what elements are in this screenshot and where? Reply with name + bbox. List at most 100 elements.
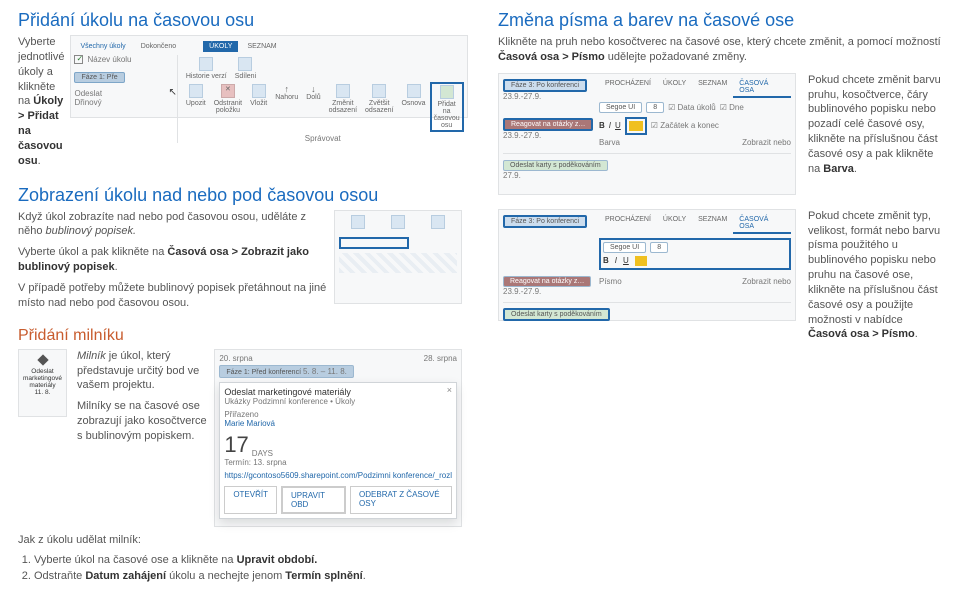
ribbon-history: Historie verzí	[182, 55, 231, 82]
para-color: Pokud chcete změnit barvu pruhu, kosočtv…	[808, 73, 941, 177]
assigned-name: Marie Mariová	[224, 419, 452, 428]
remove-button: ODEBRAT Z ČASOVÉ OSY	[350, 486, 452, 514]
font-family: Segoe UI	[599, 102, 642, 113]
diamond-date: 11. 8.	[23, 389, 62, 396]
heading-milestone: Přidání milníku	[18, 327, 462, 345]
color2-icon	[635, 256, 647, 266]
row-thanks-date: 27.9.	[503, 171, 791, 180]
tab-all-tasks: Všechny úkoly	[74, 41, 131, 52]
heading-add-task: Přidání úkolu na časovou osu	[18, 10, 462, 31]
close-icon: ×	[447, 385, 452, 395]
tab-browse: PROCHÁZENÍ	[599, 78, 657, 98]
tab2-browse: PROCHÁZENÍ	[599, 214, 657, 234]
bold-icon: B	[599, 121, 605, 130]
icon-a	[351, 215, 365, 229]
figure-add-to-timeline: Všechny úkoly Dokončeno ÚKOLY SEZNAM ✓ N…	[70, 35, 467, 118]
row2-thanks: Odeslat karty s poděkováním	[503, 308, 610, 321]
ribbon-share: Sdíleni	[231, 55, 260, 82]
ribbon-outline: Osnova	[397, 82, 429, 132]
tab2-timeline: ČASOVÁ OSA	[733, 214, 791, 234]
section3-p1: Milník je úkol, který představuje určitý…	[77, 349, 208, 394]
cursor-icon: ↖	[168, 87, 176, 143]
bubble2-bar: Reagovat na otázky z…	[503, 276, 591, 287]
step-2: Odstraňte Datum zahájení úkolu a nechejt…	[34, 570, 462, 582]
taskname-header: Název úkolu	[87, 55, 131, 64]
step-1: Vyberte úkol na časové ose a klikněte na…	[34, 554, 462, 566]
row-thanks: Odeslat karty s poděkováním	[503, 160, 608, 171]
icon-b	[391, 215, 405, 229]
ribbon-insert: Vložit	[246, 82, 271, 132]
chk-day: ☑ Dne	[720, 103, 744, 112]
phase3-bar: Fáze 3: Po konferenci	[503, 79, 587, 92]
ribbon-add-to-timeline: Přidat na časovou osu	[430, 82, 464, 132]
figure-edit-period: 20. srpna 28. srpna Fáze 1: Před konfere…	[214, 349, 462, 527]
milestone-how: Jak z úkolu udělat milník:	[18, 533, 462, 548]
phase-bar: Fáze 1: Před konferencí 5. 8. – 11. 8.	[219, 365, 354, 378]
popup-breadcrumb: Ukázky Podzimní konference • Úkoly	[224, 397, 452, 406]
italic2-icon: I	[615, 256, 617, 265]
startend-label: ☑ Začátek a konec	[651, 121, 719, 130]
color-button-highlight	[625, 117, 647, 135]
group-color-label: Barva	[599, 138, 620, 147]
figure-diamond: Odeslat marketingové materiály 11. 8.	[18, 349, 67, 417]
tab-timeline: ČASOVÁ OSA	[733, 78, 791, 98]
bubble2-dates: 23.9.-27.9.	[503, 287, 599, 296]
tab2-list: SEZNAM	[692, 214, 733, 234]
figure-callout	[334, 210, 462, 304]
icon-c	[431, 215, 445, 229]
color-bucket-icon	[629, 121, 643, 131]
font2-family: Segoe UI	[603, 242, 646, 253]
ribbon-indent: Zvětšit odsazení	[361, 82, 397, 132]
ribbon-list-tab: SEZNAM	[241, 41, 282, 52]
ribbon-outdent: Změnit odsazení	[325, 82, 361, 132]
underline-icon: U	[615, 121, 621, 130]
section2-p2: Vyberte úkol a pak klikněte na Časová os…	[18, 245, 328, 275]
ribbon-alert: Upozit	[182, 82, 210, 132]
section2-p1: Když úkol zobrazíte nad nebo pod časovou…	[18, 210, 328, 240]
phase3-dates: 23.9.-27.9.	[503, 92, 599, 101]
ribbon-down: ↓Dolů	[302, 82, 324, 132]
bubble-dates: 23.9.-27.9.	[503, 131, 599, 140]
days-word: DAYS	[252, 449, 273, 458]
callout-highlight	[339, 237, 409, 249]
font2-size: 8	[650, 242, 668, 253]
tab2-tasks: ÚKOLY	[657, 214, 692, 234]
ribbon-group-label: Správovat	[182, 134, 464, 143]
due-date: Termín: 13. srpna	[224, 458, 452, 467]
font-group-highlight: Segoe UI 8 B I U	[599, 238, 791, 270]
chk-dates: ☑ Data úkolů	[668, 103, 716, 112]
figure-color: Fáze 3: Po konferenci 23.9.-27.9. PROCHÁ…	[498, 73, 796, 195]
font-size: 8	[646, 102, 664, 113]
group2-show: Zobrazit nebo	[742, 277, 791, 286]
task-drinovy: Dřinový	[74, 98, 168, 107]
task-odeslat: Odeslat	[74, 89, 168, 98]
figure-font: Fáze 3: Po konferenci PROCHÁZENÍ ÚKOLY S…	[498, 209, 796, 321]
ribbon-up: ↑Nahoru	[271, 82, 302, 132]
diamond-icon	[37, 354, 48, 365]
popup-url: https://gcontoso5609.sharepoint.com/Podz…	[224, 471, 452, 480]
para-font: Pokud chcete změnit typ, velikost, formá…	[808, 209, 941, 343]
phase3b-bar: Fáze 3: Po konferenci	[503, 215, 587, 228]
underline2-icon: U	[623, 256, 629, 265]
heading-display-task: Zobrazení úkolu nad nebo pod časovou oso…	[18, 185, 462, 206]
ribbon-tasks-tab: ÚKOLY	[203, 41, 238, 52]
days-number: 17	[224, 432, 248, 458]
bubble-bar: Reagovat na otázky z…	[503, 118, 593, 131]
checkbox-icon: ✓	[74, 55, 83, 64]
section1-body: Vyberte jednotlivé úkoly a klikněte na Ú…	[18, 35, 64, 169]
ribbon-delete: ✕Odstranit položku	[210, 82, 246, 132]
section4-p1: Klikněte na pruh nebo kosočtverec na čas…	[498, 35, 941, 65]
tab-tasks: ÚKOLY	[657, 78, 692, 98]
phase-badge: Fáze 1: Pře	[74, 72, 124, 83]
section2-p3: V případě potřeby můžete bublinový popis…	[18, 281, 328, 311]
popup-title: Odeslat marketingové materiály	[224, 387, 452, 397]
tab-list: SEZNAM	[692, 78, 733, 98]
open-button: OTEVŘÍT	[224, 486, 277, 514]
bold2-icon: B	[603, 256, 609, 265]
edit-period-button: UPRAVIT OBD	[281, 486, 346, 514]
group-show: Zobrazit nebo	[742, 138, 791, 147]
heading-change-font: Změna písma a barev na časové ose	[498, 10, 941, 31]
diamond-label: Odeslat marketingové materiály	[23, 368, 62, 389]
date-col2: 28. srpna	[424, 354, 457, 363]
date-col1: 20. srpna	[219, 354, 252, 363]
